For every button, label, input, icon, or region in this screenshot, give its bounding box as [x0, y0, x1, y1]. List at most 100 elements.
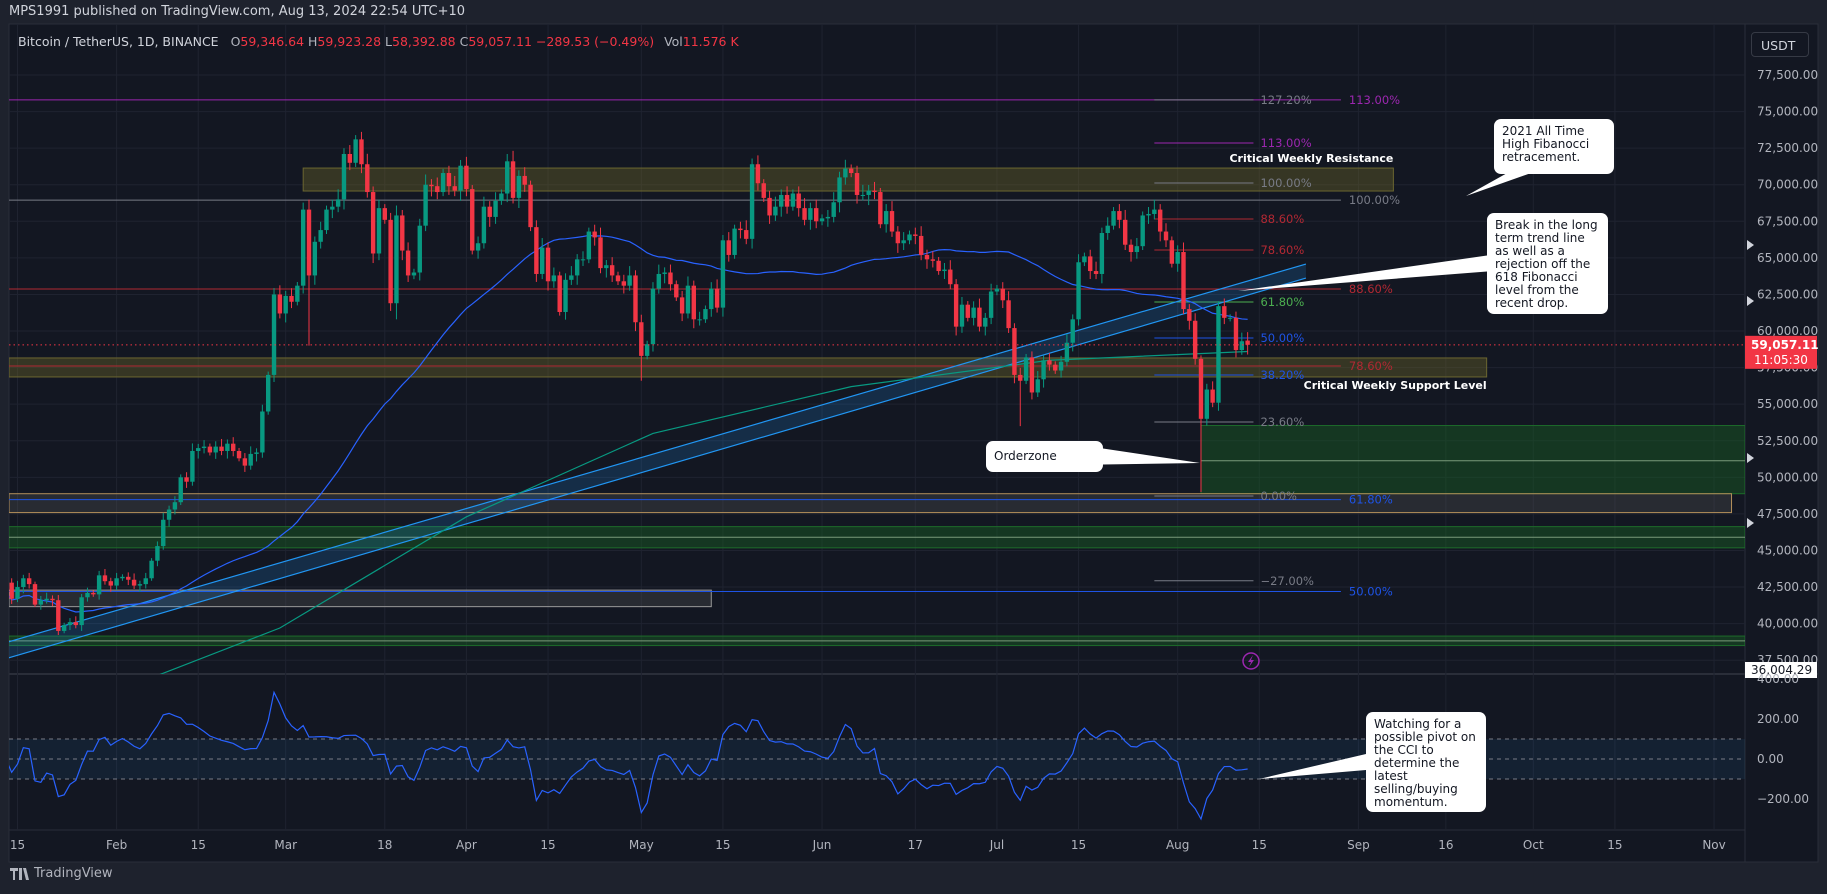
candle	[56, 595, 61, 635]
candle-body	[697, 319, 702, 321]
candle	[1012, 323, 1017, 384]
time-tick-label: May	[629, 838, 654, 852]
candle-body	[615, 275, 621, 282]
candle-body	[1227, 317, 1233, 319]
candle-body	[1222, 306, 1227, 318]
candle-body	[341, 154, 347, 200]
candle	[1216, 301, 1221, 411]
candle	[732, 224, 737, 259]
zone-rect	[9, 589, 712, 608]
time-tick-label: 15	[540, 838, 555, 852]
time-tick-label: Oct	[1523, 838, 1544, 852]
candle	[1023, 353, 1029, 385]
high-label: H	[308, 34, 318, 49]
candle-body	[674, 284, 679, 298]
candle-body	[1000, 288, 1005, 301]
candle-body	[965, 304, 970, 318]
cci-tick-label: 0.00	[1757, 752, 1784, 766]
candle	[878, 187, 883, 229]
price-tick-label: 50,000.00	[1757, 470, 1818, 484]
candle-body	[493, 200, 498, 217]
current-price-label: 59,057.11	[1751, 338, 1819, 352]
candle-body	[464, 165, 469, 190]
candle-body	[994, 288, 1000, 292]
candle-body	[114, 578, 119, 586]
candle-body	[429, 184, 434, 187]
candle-body	[522, 175, 527, 185]
zone-rect	[1200, 425, 1745, 495]
candle-body	[819, 218, 825, 222]
candle-body	[924, 254, 930, 260]
symbol-name[interactable]: Bitcoin / TetherUS, 1D, BINANCE	[18, 34, 219, 49]
fib-short-label: 23.60%	[1260, 415, 1304, 429]
candle-body	[435, 186, 440, 193]
fib-long-label: 78.60%	[1349, 359, 1393, 373]
candle-body	[277, 294, 283, 314]
candle	[633, 270, 638, 332]
time-tick-label: 15	[10, 838, 25, 852]
candle-body	[825, 216, 831, 219]
callout-note[interactable]: Watching for a possible pivot on the CCI…	[1366, 712, 1486, 812]
candle-body	[662, 272, 667, 274]
callout-note[interactable]: Break in the long term trend line as wel…	[1487, 213, 1608, 314]
fib-long-label: 50.00%	[1349, 584, 1393, 598]
candle-body	[808, 208, 813, 220]
candle-body	[178, 477, 183, 503]
candle-body	[1163, 231, 1169, 241]
candle-body	[260, 411, 265, 453]
candle-body	[714, 288, 720, 308]
candle-body	[563, 279, 568, 313]
candle-body	[1018, 374, 1023, 381]
candle-body	[330, 206, 335, 210]
candle-body	[528, 184, 533, 228]
candle-body	[318, 230, 323, 242]
candle-body	[1082, 256, 1087, 263]
candle-body	[895, 231, 901, 244]
candle-body	[604, 265, 609, 269]
candle-body	[184, 477, 189, 482]
candle-body	[370, 192, 376, 254]
candle-body	[1245, 340, 1250, 345]
candle-body	[732, 228, 737, 255]
price-tick-label: 42,500.00	[1757, 580, 1818, 594]
callout-note[interactable]: Orderzone	[986, 441, 1103, 472]
candle-body	[499, 193, 504, 201]
time-tick-label: 15	[715, 838, 730, 852]
candle-body	[102, 575, 108, 582]
candle-body	[913, 234, 918, 236]
candle-body	[889, 211, 895, 232]
callout-note[interactable]: 2021 All Time High Fibanocci retracement…	[1494, 119, 1614, 174]
currency-button[interactable]: USDT	[1751, 32, 1809, 57]
candle-body	[172, 502, 178, 510]
candle	[749, 158, 755, 249]
candle-body	[633, 275, 638, 323]
candle-body	[703, 309, 708, 320]
candle	[300, 202, 306, 294]
candle	[4, 574, 8, 585]
price-tick-label: 45,000.00	[1757, 543, 1818, 557]
price-tick-label: 47,500.00	[1757, 507, 1818, 521]
candle-body	[248, 453, 253, 466]
candle	[149, 558, 154, 581]
candle-body	[872, 190, 877, 193]
candle-body	[1204, 389, 1210, 419]
candle-body	[1076, 262, 1081, 320]
candle-body	[1239, 341, 1244, 351]
candle-body	[61, 625, 67, 631]
candle-body	[790, 193, 796, 207]
candle-body	[242, 458, 248, 466]
fib-long-label: 88.60%	[1349, 282, 1393, 296]
candle	[1140, 211, 1145, 251]
candle-body	[9, 582, 14, 599]
candle	[370, 186, 376, 264]
candle	[650, 282, 656, 352]
candle-body	[574, 259, 580, 276]
candle	[470, 185, 475, 255]
cci-tick-label: −200.00	[1757, 792, 1809, 806]
candle-body	[534, 227, 539, 274]
candle-body	[866, 190, 871, 195]
candle	[534, 220, 539, 282]
candle-body	[108, 581, 113, 586]
candle-body	[470, 189, 475, 251]
candle-body	[1181, 252, 1186, 310]
